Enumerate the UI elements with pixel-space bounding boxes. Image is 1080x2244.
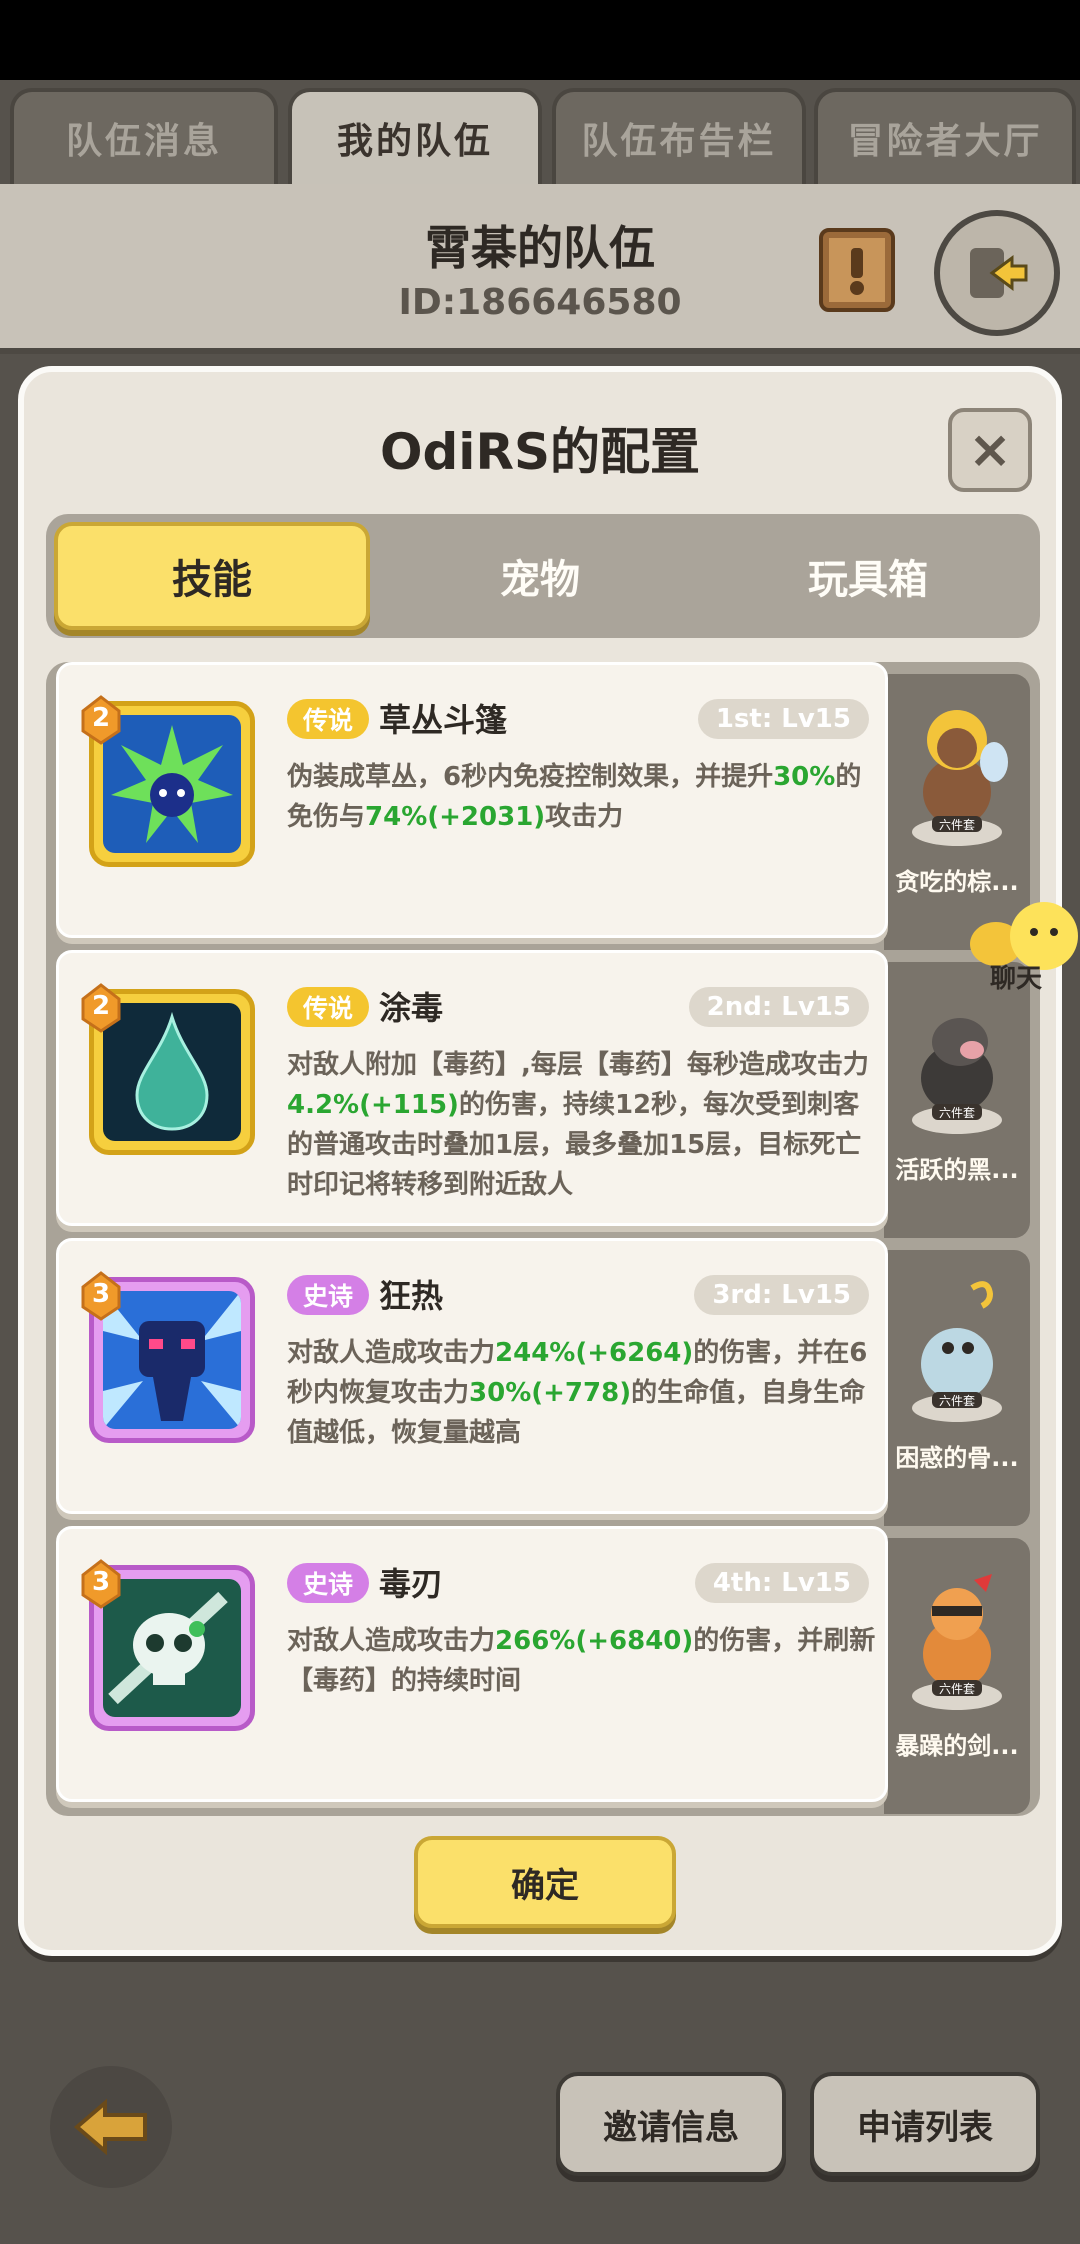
chat-label: 聊天 — [990, 964, 1043, 994]
rarity-badge: 传说 — [287, 699, 369, 739]
slot-level-badge: 1st: Lv15 — [697, 699, 869, 739]
skill-level: 2 — [91, 991, 111, 1021]
tab-team-messages[interactable]: 队伍消息 — [10, 88, 278, 184]
exit-arrow-icon — [970, 248, 1028, 298]
skill-level-badge: 3 — [79, 1271, 123, 1321]
tab-skills[interactable]: 技能 — [54, 522, 370, 630]
poison-blade-skull-icon — [103, 1579, 241, 1717]
pet-tag: 六件套 — [939, 1106, 975, 1120]
tab-pets[interactable]: 宠物 — [382, 522, 698, 630]
pet-tiger-swordsman-icon: 六件套 — [912, 1574, 1002, 1710]
skill-card[interactable]: 2 传说 草丛斗篷 1st: Lv15 伪装成草丛，6秒内免疫控制效果，并提升3… — [56, 662, 888, 938]
close-button[interactable]: × — [948, 408, 1032, 492]
rarity-badge: 史诗 — [287, 1275, 369, 1315]
team-header: 霄棊的队伍 ID:186646580 — [0, 184, 1080, 354]
modal-title: OdiRS的配置 — [380, 423, 700, 481]
tab-team-board[interactable]: 队伍布告栏 — [552, 88, 806, 184]
frenzy-icon — [103, 1291, 241, 1429]
status-bar — [0, 0, 1080, 80]
skill-level-badge: 2 — [79, 983, 123, 1033]
pet-boar-icon: 六件套 — [912, 1018, 1002, 1134]
notice-scroll-icon[interactable] — [815, 224, 899, 316]
pet-tag: 六件套 — [939, 1682, 975, 1696]
pet-name: 活跃的黑... — [895, 1156, 1019, 1184]
skill-level: 3 — [91, 1279, 111, 1309]
slot-level-badge: 2nd: Lv15 — [688, 987, 869, 1027]
grass-cloak-icon — [103, 715, 241, 853]
config-modal: OdiRS的配置 × 技能 宠物 玩具箱 六件套 贪吃的棕... 2 传说 草丛… — [18, 366, 1062, 1956]
skill-description: 对敌人造成攻击力266%(+6840)的伤害，并刷新【毒药】的持续时间 — [287, 1626, 876, 1696]
rarity-badge: 史诗 — [287, 1563, 369, 1603]
skill-name: 毒刃 — [379, 1565, 444, 1603]
config-tabs: 技能 宠物 玩具箱 — [46, 514, 1040, 638]
pet-slot[interactable]: 六件套 困惑的骨... — [884, 1250, 1030, 1526]
slot-level-badge: 3rd: Lv15 — [694, 1275, 869, 1315]
skill-name: 草丛斗篷 — [379, 701, 508, 739]
pet-name: 暴躁的剑... — [895, 1732, 1019, 1760]
poison-drop-icon — [103, 1003, 241, 1141]
skill-level-badge: 3 — [79, 1559, 123, 1609]
skill-card[interactable]: 3 史诗 毒刃 4th: Lv15 对敌人造成攻击力266%(+6840)的伤害… — [56, 1526, 888, 1802]
skill-description: 对敌人造成攻击力244%(+6264)的伤害，并在6秒内恢复攻击力30%(+77… — [287, 1338, 868, 1448]
pet-tag: 六件套 — [939, 818, 975, 832]
slot-level-badge: 4th: Lv15 — [694, 1563, 869, 1603]
tab-my-team[interactable]: 我的队伍 — [288, 88, 542, 184]
skill-card[interactable]: 2 传说 涂毒 2nd: Lv15 对敌人附加【毒药】,每层【毒药】每秒造成攻击… — [56, 950, 888, 1226]
tab-toybox[interactable]: 玩具箱 — [710, 522, 1026, 630]
skill-level: 3 — [91, 1567, 111, 1597]
team-name: 霄棊的队伍 — [425, 221, 655, 275]
skill-level-badge: 2 — [79, 695, 123, 745]
apply-list-button[interactable]: 申请列表 — [810, 2072, 1040, 2176]
team-id: ID:186646580 — [398, 282, 682, 323]
invite-info-button[interactable]: 邀请信息 — [556, 2072, 786, 2176]
skill-list: 六件套 贪吃的棕... 2 传说 草丛斗篷 1st: Lv15 伪装成草丛，6秒… — [46, 662, 1040, 1816]
skill-level: 2 — [91, 703, 111, 733]
pet-slot[interactable]: 六件套 活跃的黑... — [884, 962, 1030, 1238]
pet-dragon-icon: 六件套 — [912, 1281, 1002, 1422]
pet-name: 贪吃的棕... — [895, 868, 1019, 896]
rarity-badge: 传说 — [287, 987, 369, 1027]
skill-name: 涂毒 — [379, 989, 444, 1027]
skill-card[interactable]: 3 史诗 狂热 3rd: Lv15 对敌人造成攻击力244%(+6264)的伤害… — [56, 1238, 888, 1514]
pet-name: 困惑的骨... — [895, 1444, 1019, 1472]
leave-team-button[interactable] — [934, 210, 1060, 336]
back-arrow-icon — [73, 2098, 147, 2156]
tab-adventurer-hall[interactable]: 冒险者大厅 — [814, 88, 1076, 184]
back-button[interactable] — [50, 2066, 172, 2188]
skill-description: 对敌人附加【毒药】,每层【毒药】每秒造成攻击力4.2%(+115)的伤害，持续1… — [287, 1050, 869, 1200]
pet-bee-bear-icon: 六件套 — [912, 710, 1008, 846]
confirm-button[interactable]: 确定 — [414, 1836, 676, 1928]
pet-tag: 六件套 — [939, 1394, 975, 1408]
skill-description: 伪装成草丛，6秒内免疫控制效果，并提升30%的免伤与74%(+2031)攻击力 — [287, 762, 862, 832]
skill-name: 狂热 — [379, 1277, 444, 1315]
pet-slot[interactable]: 六件套 暴躁的剑... — [884, 1538, 1030, 1814]
top-tab-bar: 队伍消息 我的队伍 队伍布告栏 冒险者大厅 — [0, 88, 1080, 184]
